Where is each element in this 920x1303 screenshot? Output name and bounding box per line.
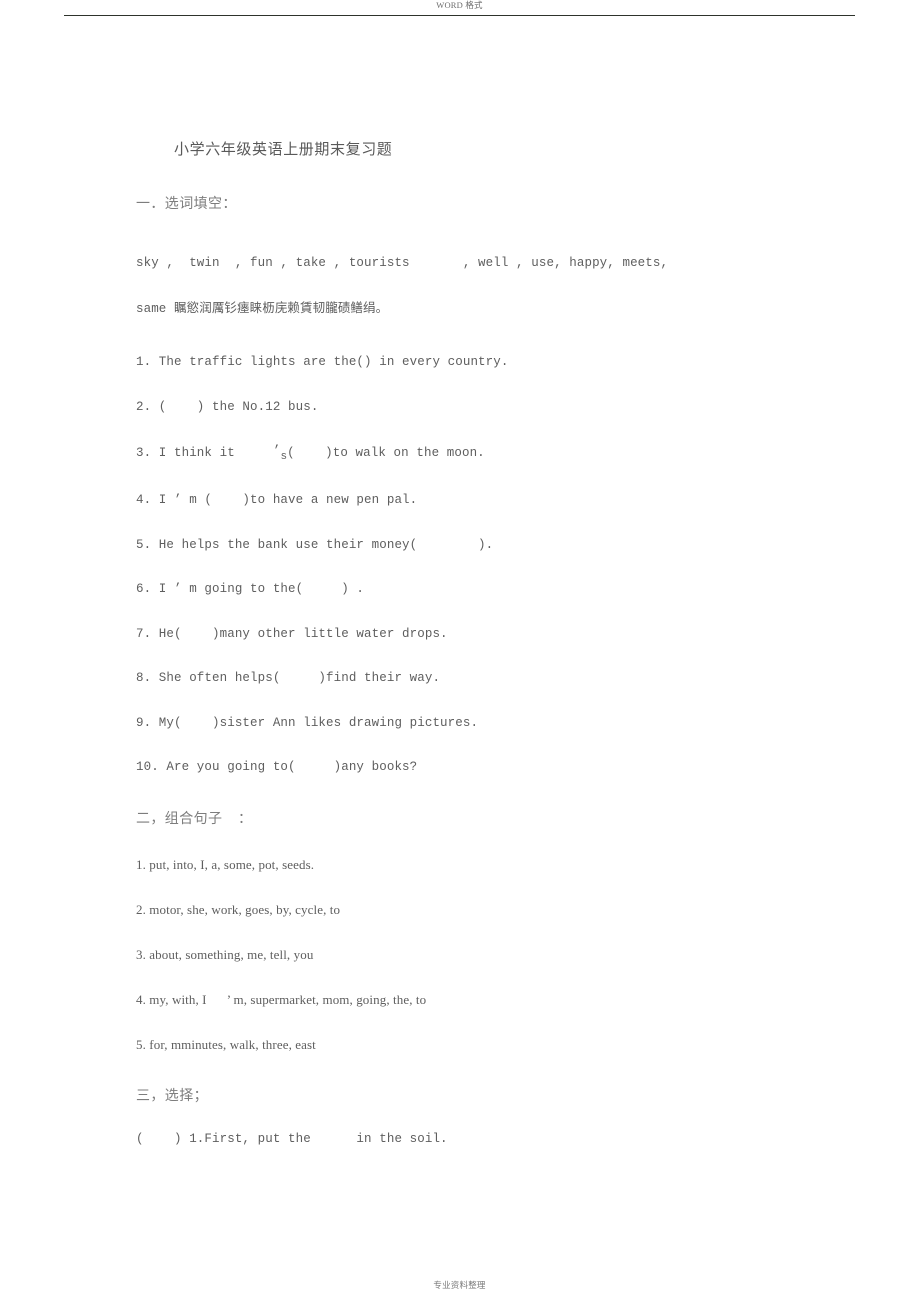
section-heading-one: 一．选词填空： — [136, 197, 237, 212]
question-item-8: 8. She often helps( )find their way. — [136, 671, 441, 685]
scramble-item-2: 2. motor, she, work, goes, by, cycle, to — [136, 901, 341, 917]
scramble-item-3: 3. about, something, me, tell, you — [136, 946, 314, 962]
question-item-3: 3. I think it ’s( )to walk on the moon. — [136, 445, 836, 463]
question-item-6: 6. I ’ m going to the( ) . — [136, 582, 365, 596]
word-bank-cjk-text: 瞩慾润厲钐瘗睐枥庑赖賃韧朧碛鳝绢。 — [174, 299, 389, 315]
scramble-item-5: 5. for, mminutes, walk, three, east — [136, 1036, 316, 1052]
question-3-prefix: 3. I think it — [136, 446, 273, 460]
question-item-1: 1. The traffic lights are the() in every… — [136, 355, 509, 369]
section-heading-three: 三，选择； — [136, 1088, 208, 1104]
question-item-2: 2. ( ) the No.12 bus. — [136, 399, 319, 414]
word-bank-line-1: sky , twin , fun , take , tourists , wel… — [136, 256, 669, 270]
question-3-suffix: ( )to walk on the moon. — [287, 446, 485, 460]
choice-item-1: ( ) 1.First, put the in the soil. — [136, 1131, 448, 1146]
page-header: WORD 格式 — [64, 0, 855, 22]
document-content: 小学六年级英语上册期末复习题 一．选词填空： sky , twin , fun … — [136, 138, 836, 1145]
question-item-7: 7. He( )many other little water drops. — [136, 626, 448, 641]
word-bank-line-2: same 瞩慾润厲钐瘗睐枥庑赖賃韧朧碛鳝绢。 — [136, 299, 836, 316]
question-3-apostrophe: ’ — [272, 444, 281, 458]
section-heading-two: 二，组合句子 ： — [136, 811, 253, 827]
header-divider — [64, 15, 855, 16]
question-item-5: 5. He helps the bank use their money( ). — [136, 537, 494, 552]
scramble-item-4: 4. my, with, I ’ m, supermarket, mom, go… — [136, 991, 427, 1007]
document-page: { "header": { "watermark": "WORD 格式" }, … — [0, 0, 920, 1303]
scramble-item-1: 1. put, into, I, a, some, pot, seeds. — [136, 856, 315, 872]
question-item-4: 4. I ’ m ( )to have a new pen pal. — [136, 493, 418, 507]
header-watermark: WORD 格式 — [436, 0, 483, 10]
question-item-9: 9. My( )sister Ann likes drawing picture… — [136, 715, 479, 730]
question-item-10: 10. Are you going to( )any books? — [136, 760, 418, 774]
page-title: 小学六年级英语上册期末复习题 — [174, 142, 393, 158]
footer-watermark: 专业资料整理 — [433, 1280, 486, 1290]
word-bank-prefix: same — [136, 301, 175, 316]
